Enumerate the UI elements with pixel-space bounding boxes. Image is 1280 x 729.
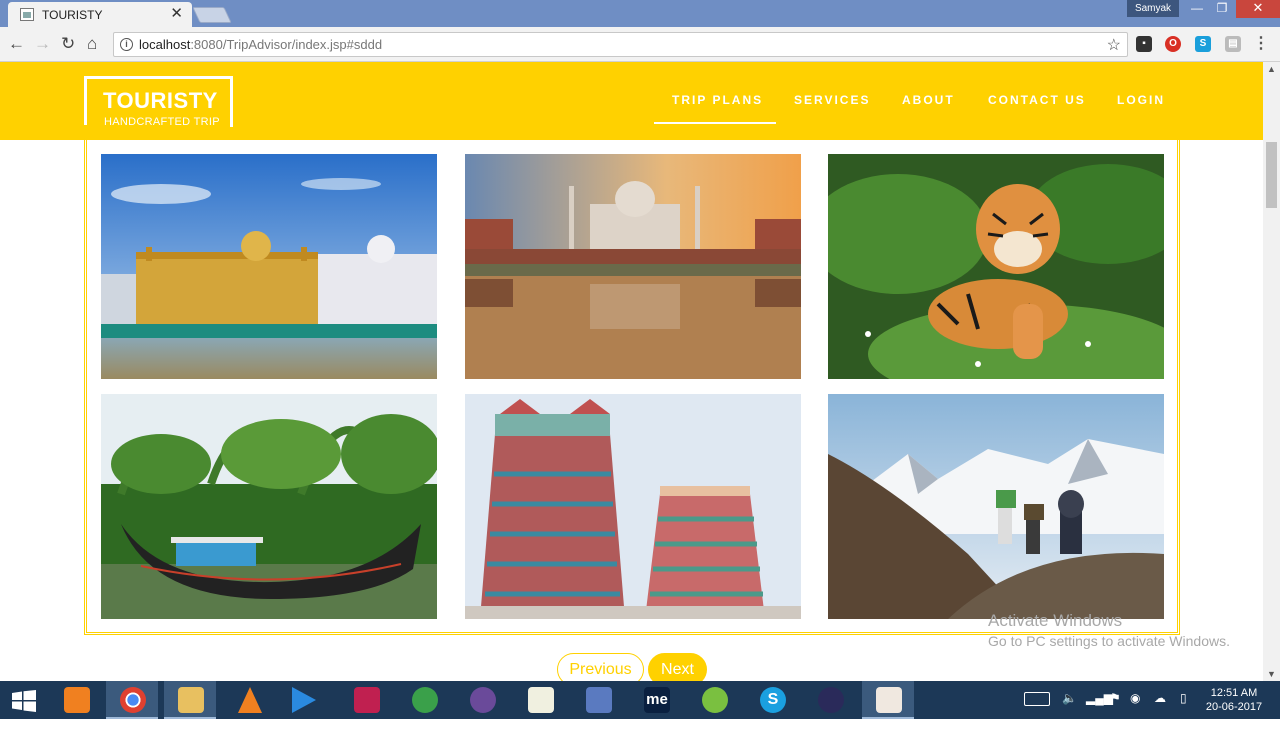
nav-contact-us[interactable]: CONTACT US	[988, 93, 1086, 107]
minimize-button[interactable]: —	[1183, 0, 1211, 18]
battery-icon[interactable]: ▯	[1180, 691, 1187, 729]
address-bar[interactable]: i localhost:8080/TripAdvisor/index.jsp#s…	[113, 32, 1128, 57]
gallery-image-kerala-houseboat[interactable]	[101, 394, 437, 619]
gallery-image-taj-mahal[interactable]	[465, 154, 801, 379]
brand-tagline: HANDCRAFTED TRIP	[104, 116, 220, 128]
taskbar-globe-app[interactable]	[398, 681, 450, 719]
browser-titlebar: TOURISTY ✕ Samyak — ❐ ✕	[0, 0, 1280, 27]
scroll-thumb[interactable]	[1266, 142, 1277, 208]
tab-favicon-icon	[20, 8, 34, 21]
taskbar-clock[interactable]: 12:51 AM 20-06-2017	[1204, 686, 1264, 714]
play-icon	[292, 687, 316, 713]
flag-icon[interactable]: ⚑	[1110, 691, 1121, 729]
windows-taskbar: me S 🔈 ▂▄▆ ⚑ ◉ ☁ ▯ 12:51 AM 20-06-2017	[0, 681, 1280, 719]
clock-date: 20-06-2017	[1205, 701, 1263, 713]
forward-arrow-icon[interactable]: →	[34, 34, 51, 54]
url-text: localhost:8080/TripAdvisor/index.jsp#sdd…	[139, 37, 383, 52]
chrome-icon	[120, 687, 146, 713]
reload-icon[interactable]: ↻	[61, 34, 75, 54]
maximize-button[interactable]: ❐	[1208, 0, 1236, 18]
folder-icon	[178, 687, 204, 713]
scroll-up-icon[interactable]: ▲	[1267, 64, 1276, 74]
nav-services[interactable]: SERVICES	[794, 93, 870, 107]
nav-trip-plans[interactable]: TRIP PLANS	[672, 93, 763, 107]
taskbar-eclipse[interactable]	[804, 681, 856, 719]
cloud-icon[interactable]: ☁	[1154, 691, 1166, 729]
gallery-image-golden-temple[interactable]	[101, 154, 437, 379]
me-icon: me	[644, 687, 670, 713]
profile-badge[interactable]: Samyak	[1127, 0, 1179, 17]
taskbar-media-player[interactable]	[278, 681, 330, 719]
volume-icon[interactable]: 🔈	[1062, 691, 1077, 729]
page-viewport: TOURISTY HANDCRAFTED TRIP TRIP PLANS SER…	[0, 62, 1263, 681]
skype-icon: S	[760, 687, 786, 713]
feather-icon	[702, 687, 728, 713]
nav-about[interactable]: ABOUT	[902, 93, 955, 107]
signal-icon[interactable]: ▂▄▆	[1086, 691, 1113, 729]
gallery-image-tiger[interactable]	[828, 154, 1164, 379]
taskbar-notepad[interactable]	[514, 681, 566, 719]
server-manager-icon	[64, 687, 90, 713]
taskbar-server-manager[interactable]	[50, 681, 102, 719]
windows-logo-icon	[12, 690, 36, 712]
site-header: TOURISTY HANDCRAFTED TRIP TRIP PLANS SER…	[0, 62, 1263, 140]
activate-windows-watermark: Activate Windows Go to PC settings to ac…	[988, 611, 1230, 649]
recorder-icon	[354, 687, 380, 713]
taskbar-skype[interactable]: S	[746, 681, 798, 719]
brand-name: TOURISTY	[103, 88, 218, 113]
watermark-subtitle: Go to PC settings to activate Windows.	[988, 633, 1230, 649]
keyboard-icon[interactable]	[1024, 692, 1050, 706]
taskbar-feather-app[interactable]	[688, 681, 740, 719]
extension-icon[interactable]: ▪	[1136, 36, 1152, 52]
taskbar-java[interactable]	[862, 681, 914, 719]
site-info-icon[interactable]: i	[120, 38, 133, 51]
next-button[interactable]: Next	[648, 653, 707, 681]
notepad-icon	[528, 687, 554, 713]
browser-menu-icon[interactable]: ⋮	[1253, 36, 1269, 52]
back-arrow-icon[interactable]: ←	[8, 34, 25, 54]
start-button[interactable]	[0, 681, 52, 719]
vlc-cone-icon	[238, 687, 262, 713]
tab-close-icon[interactable]: ✕	[170, 5, 183, 23]
page-scrollbar[interactable]: ▲ ▼	[1263, 62, 1280, 681]
home-icon[interactable]: ⌂	[87, 34, 97, 54]
java-icon	[876, 687, 902, 713]
gallery-image-himalaya-trekkers[interactable]	[828, 394, 1164, 619]
taskbar-chrome[interactable]	[106, 681, 158, 719]
nav-login[interactable]: LOGIN	[1117, 93, 1165, 107]
taskbar-me-app[interactable]: me	[630, 681, 682, 719]
opera-extension-icon[interactable]: O	[1165, 36, 1181, 52]
browser-tab[interactable]: TOURISTY ✕	[8, 2, 192, 27]
taskbar-recorder[interactable]	[340, 681, 392, 719]
swirl-icon	[470, 687, 496, 713]
watermark-title: Activate Windows	[988, 611, 1123, 630]
gallery-image-meenakshi-temple[interactable]	[465, 394, 801, 619]
scroll-down-icon[interactable]: ▼	[1267, 669, 1276, 679]
taskbar-file-explorer[interactable]	[164, 681, 216, 719]
skype-extension-icon[interactable]: S	[1195, 36, 1211, 52]
taskbar-eclipse-like[interactable]	[456, 681, 508, 719]
site-logo[interactable]: TOURISTY HANDCRAFTED TRIP	[84, 76, 233, 128]
previous-button[interactable]: Previous	[557, 653, 644, 681]
taskbar-vlc[interactable]	[224, 681, 276, 719]
window-close-button[interactable]: ✕	[1236, 0, 1280, 18]
taskbar-dolphin[interactable]	[572, 681, 624, 719]
browser-toolbar: ← → ↻ ⌂ i localhost:8080/TripAdvisor/ind…	[0, 27, 1280, 62]
eclipse-icon	[818, 687, 844, 713]
new-tab-button[interactable]	[192, 7, 232, 23]
tab-title: TOURISTY	[42, 8, 103, 22]
bookmark-star-icon[interactable]: ☆	[1107, 35, 1121, 55]
globe-icon	[412, 687, 438, 713]
network-icon[interactable]: ◉	[1130, 691, 1140, 729]
nav-active-indicator	[654, 122, 776, 124]
dolphin-icon	[586, 687, 612, 713]
pdf-extension-icon[interactable]: ▤	[1225, 36, 1241, 52]
clock-time: 12:51 AM	[1210, 687, 1258, 699]
